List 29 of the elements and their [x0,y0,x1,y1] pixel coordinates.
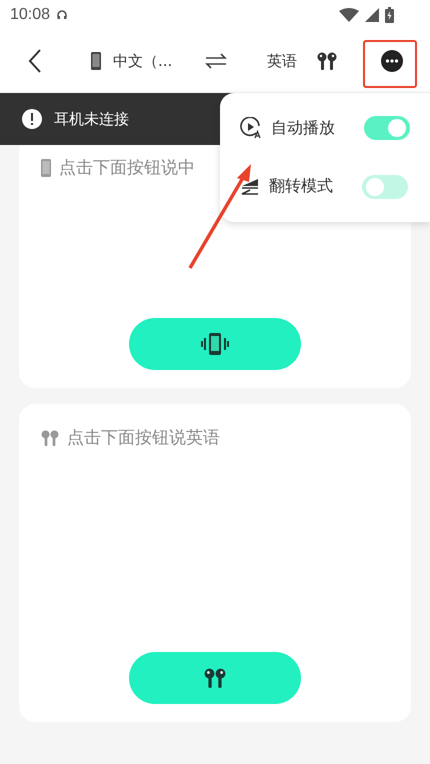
highlight-frame [363,40,417,88]
flip-icon [240,178,260,196]
earbuds-icon [317,52,337,70]
source-language-button[interactable]: 中文（... [113,52,175,70]
earbuds-icon [41,430,59,446]
earbuds-icon [204,668,226,688]
back-button[interactable] [28,49,42,73]
toast-message: 耳机未连接 [54,110,129,128]
prompt-text: 点击下面按钮说英语 [67,427,220,449]
battery-icon [385,7,394,23]
toggle-switch[interactable] [364,116,410,140]
headset-icon [56,9,68,21]
menu-item-label: 自动播放 [271,118,336,139]
more-button[interactable] [381,50,403,72]
phone-icon [41,158,51,176]
talk-button[interactable] [129,318,301,370]
alert-icon [22,109,42,129]
vibrating-phone-icon [200,332,230,356]
menu-item-label: 翻转模式 [269,176,334,198]
prompt-text: 点击下面按钮说中 [59,157,195,179]
swap-icon[interactable] [205,53,227,69]
toggle-switch[interactable] [362,174,408,199]
status-time: 10:08 [10,6,50,24]
phone-icon [91,52,101,70]
autoplay-icon [240,117,262,140]
wifi-icon [339,8,359,22]
signal-icon [365,8,379,22]
target-language-button[interactable]: 英语 [267,52,297,70]
talk-button[interactable] [129,652,301,704]
